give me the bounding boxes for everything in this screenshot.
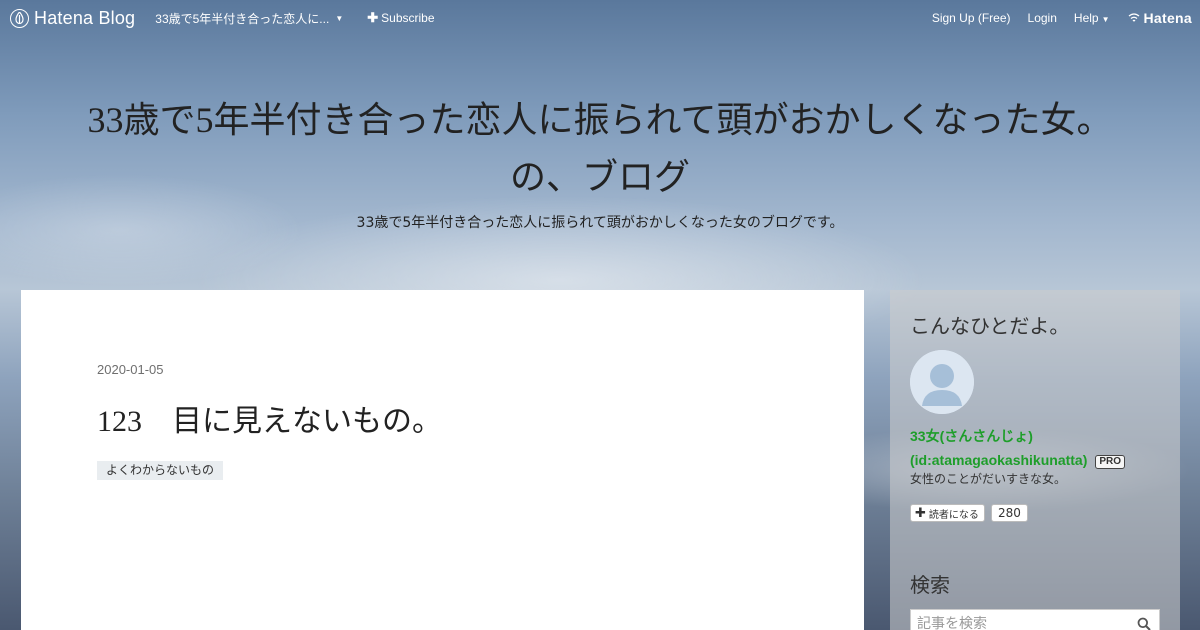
blog-title-link[interactable]: 33歳で5年半付き合った恋人に振られて頭がおかしくなった女。 の、ブログ <box>40 92 1160 206</box>
blog-menu-dropdown[interactable]: 33歳で5年半付き合った恋人に... ▼ <box>155 10 343 27</box>
hatena-logo-label: Hatena <box>1143 10 1192 26</box>
hatena-logo-icon <box>1128 13 1139 22</box>
help-label: Help <box>1073 11 1099 25</box>
search-form <box>910 609 1160 630</box>
pro-badge: PRO <box>1095 455 1126 469</box>
entry-title-link[interactable]: 123 目に見えないもの。 <box>97 396 442 440</box>
caret-down-icon: ▼ <box>335 13 344 23</box>
entry-category-tag[interactable]: よくわからないもの <box>97 461 224 480</box>
search-input[interactable] <box>911 611 1129 630</box>
subscribe-button[interactable]: ✚ Subscribe <box>367 10 434 26</box>
search-button[interactable] <box>1129 610 1159 630</box>
blog-menu-label: 33歳で5年半付き合った恋人に... <box>155 11 330 26</box>
header-right-nav: Sign Up (Free) Login Help ▼ Hatena <box>915 10 1192 26</box>
hatena-blog-icon <box>10 8 29 28</box>
help-menu[interactable]: Help ▼ <box>1074 11 1110 25</box>
sidebar: こんなひとだよ。 33女(さんさんじょ) (id:atamagaokashiku… <box>890 290 1180 630</box>
subscribe-label: Subscribe <box>381 11 435 25</box>
about-module-title: こんなひとだよ。 <box>910 314 1070 338</box>
entry-date-link[interactable]: 2020-01-05 <box>97 362 164 377</box>
signup-link[interactable]: Sign Up (Free) <box>932 11 1011 25</box>
hatena-blog-home-link[interactable]: Hatena Blog <box>10 8 135 29</box>
author-name: 33女(さんさんじょ) <box>910 428 1033 444</box>
avatar-icon <box>910 350 974 414</box>
subscribe-reader-button[interactable]: ✚ 読者になる <box>910 504 985 522</box>
author-description: 女性のことがだいすきな女。 <box>910 472 1067 486</box>
login-link[interactable]: Login <box>1028 11 1057 25</box>
author-id: (id:atamagaokashikunatta) <box>910 452 1088 468</box>
reader-button-label: 読者になる <box>928 509 979 521</box>
global-header: Hatena Blog 33歳で5年半付き合った恋人に... ▼ ✚ Subsc… <box>0 0 1200 36</box>
reader-count: 280 <box>991 504 1028 522</box>
main-content: 2020-01-05 123 目に見えないもの。 よくわからないもの <box>21 290 864 630</box>
author-profile-link[interactable]: 33女(さんさんじょ) (id:atamagaokashikunatta) PRO <box>910 424 1126 472</box>
blog-title-line2: の、ブログ <box>509 157 690 197</box>
brand-label: Hatena Blog <box>34 7 136 28</box>
hatena-logo-link[interactable]: Hatena <box>1128 10 1192 26</box>
search-icon <box>1137 617 1151 630</box>
blog-description: 33歳で5年半付き合った恋人に振られて頭がおかしくなった女のブログです。 <box>356 215 844 231</box>
plus-icon: ✚ <box>367 10 379 25</box>
caret-down-icon: ▼ <box>1101 15 1110 24</box>
blog-title-line1: 33歳で5年半付き合った恋人に振られて頭がおかしくなった女。 <box>87 100 1113 140</box>
plus-icon: ✚ <box>915 505 926 521</box>
search-module-title: 検索 <box>910 573 950 597</box>
avatar[interactable] <box>910 350 974 414</box>
